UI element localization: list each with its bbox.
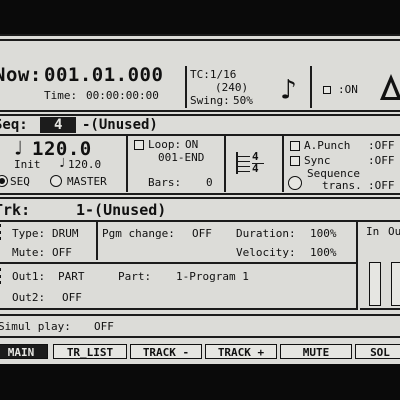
seq-divider-1 <box>126 136 128 192</box>
metronome-icon-inner <box>385 82 397 97</box>
out2-value[interactable]: OFF <box>62 291 82 304</box>
type-label: Type: <box>12 227 46 240</box>
sync-checkbox[interactable] <box>290 156 300 166</box>
velocity-value[interactable]: 100% <box>310 246 337 259</box>
part-label: Part: <box>118 270 152 283</box>
apunch-checkbox[interactable] <box>290 141 300 151</box>
staff-line <box>236 166 250 167</box>
simul-top-line <box>0 314 400 316</box>
seq-label: Seq: <box>0 117 28 133</box>
init-label: Init <box>14 158 41 171</box>
header-divider-1 <box>185 66 187 108</box>
main-button[interactable]: MAIN <box>0 344 48 359</box>
seq-source-radio[interactable] <box>0 175 8 187</box>
trk-bottom-line <box>0 220 360 222</box>
seq-section-bottom <box>0 193 400 195</box>
trk-box-right <box>356 220 358 310</box>
tempo-note-icon: ♩ <box>12 136 25 160</box>
trk-top-line <box>0 197 400 199</box>
loop-label: Loop: <box>148 138 182 151</box>
out-level-meter <box>391 262 400 306</box>
duration-label: Duration: <box>236 227 296 240</box>
top-border <box>0 34 400 36</box>
note-icon: ♪ <box>280 73 297 106</box>
simul-label: Simul play: <box>0 320 71 333</box>
loop-end[interactable]: 001-END <box>158 151 204 164</box>
header-divider-2 <box>310 66 312 108</box>
in-level-meter <box>369 262 381 306</box>
init-note-icon: ♩ <box>58 156 66 171</box>
now-label: Now: <box>0 64 42 86</box>
seq-divider-2 <box>224 136 226 192</box>
solo-button[interactable]: SOL <box>355 344 400 359</box>
header-bottom-line <box>0 110 400 112</box>
trk-name[interactable]: 1-(Unused) <box>76 201 166 219</box>
seq-source-label[interactable]: SEQ <box>10 175 30 188</box>
lcd-screen: Now: 001.01.000 Time: 00:00:00:00 TC:1/1… <box>0 34 400 364</box>
seq-divider-3 <box>282 136 284 192</box>
seqtrans-value[interactable]: :OFF <box>368 179 395 192</box>
duration-value[interactable]: 100% <box>310 227 337 240</box>
click-checkbox[interactable] <box>323 86 331 94</box>
meter-bottom-line <box>360 308 400 310</box>
out1-value[interactable]: PART <box>58 270 85 283</box>
loop-value[interactable]: ON <box>185 138 198 151</box>
trk-divider-1 <box>96 222 98 260</box>
top-border-inner <box>0 39 400 41</box>
in-label: In <box>366 225 380 238</box>
out1-label: Out1: <box>12 270 46 283</box>
apunch-label: A.Punch <box>304 139 351 152</box>
pgm-value[interactable]: OFF <box>192 227 212 240</box>
seq-name[interactable]: -(Unused) <box>82 117 158 133</box>
swing-value[interactable]: 50% <box>233 94 253 107</box>
seq-number[interactable]: 4 <box>40 117 77 133</box>
seqtrans-toggle[interactable] <box>288 176 302 190</box>
time-sig-bottom: 4 <box>252 162 259 175</box>
staff-line <box>236 161 250 162</box>
tr-list-button[interactable]: TR_LIST <box>53 344 127 359</box>
master-source-radio[interactable] <box>50 175 62 187</box>
sync-value[interactable]: :OFF <box>368 154 395 167</box>
type-indicator <box>0 224 7 240</box>
tc-value[interactable]: TC:1/16 <box>190 68 236 81</box>
trk-label: Trk: <box>0 201 31 219</box>
tc-paren: (240) <box>215 81 249 94</box>
staff-line <box>236 156 250 157</box>
out-label: Ou <box>388 225 400 238</box>
seq-top-line <box>0 114 400 116</box>
staff-line <box>236 171 250 172</box>
time-signature[interactable]: 4 4 <box>236 150 274 175</box>
time-label: Time: <box>44 89 78 102</box>
loop-checkbox[interactable] <box>134 140 144 150</box>
click-value[interactable]: :ON <box>338 83 358 96</box>
simul-value[interactable]: OFF <box>94 320 114 333</box>
out2-label: Out2: <box>12 291 46 304</box>
bars-label: Bars: <box>148 176 182 189</box>
out1-indicator <box>0 268 7 284</box>
mute-button[interactable]: MUTE <box>280 344 352 359</box>
master-source-label[interactable]: MASTER <box>67 175 107 188</box>
meter-top-line <box>360 220 400 222</box>
pgm-label: Pgm change: <box>102 227 175 240</box>
trk-box-bottom <box>0 308 357 310</box>
init-tempo: 120.0 <box>68 158 102 171</box>
sync-label: Sync <box>304 154 331 167</box>
trk-mid-line <box>0 262 357 264</box>
track-plus-button[interactable]: TRACK + <box>205 344 277 359</box>
simul-bottom-line <box>0 336 400 338</box>
time-value[interactable]: 00:00:00:00 <box>86 89 159 102</box>
mute-label: Mute: <box>12 246 46 259</box>
seqtrans-label-2: trans. <box>322 179 362 192</box>
velocity-label: Velocity: <box>236 246 296 259</box>
now-value[interactable]: 001.01.000 <box>44 64 163 86</box>
apunch-value[interactable]: :OFF <box>368 139 395 152</box>
bars-value[interactable]: 0 <box>206 176 213 189</box>
seq-bottom-line <box>0 134 400 136</box>
type-value[interactable]: DRUM <box>52 227 79 240</box>
swing-label: Swing: <box>190 94 230 107</box>
track-minus-button[interactable]: TRACK - <box>130 344 202 359</box>
mute-value[interactable]: OFF <box>52 246 72 259</box>
part-value[interactable]: 1-Program 1 <box>176 270 249 283</box>
